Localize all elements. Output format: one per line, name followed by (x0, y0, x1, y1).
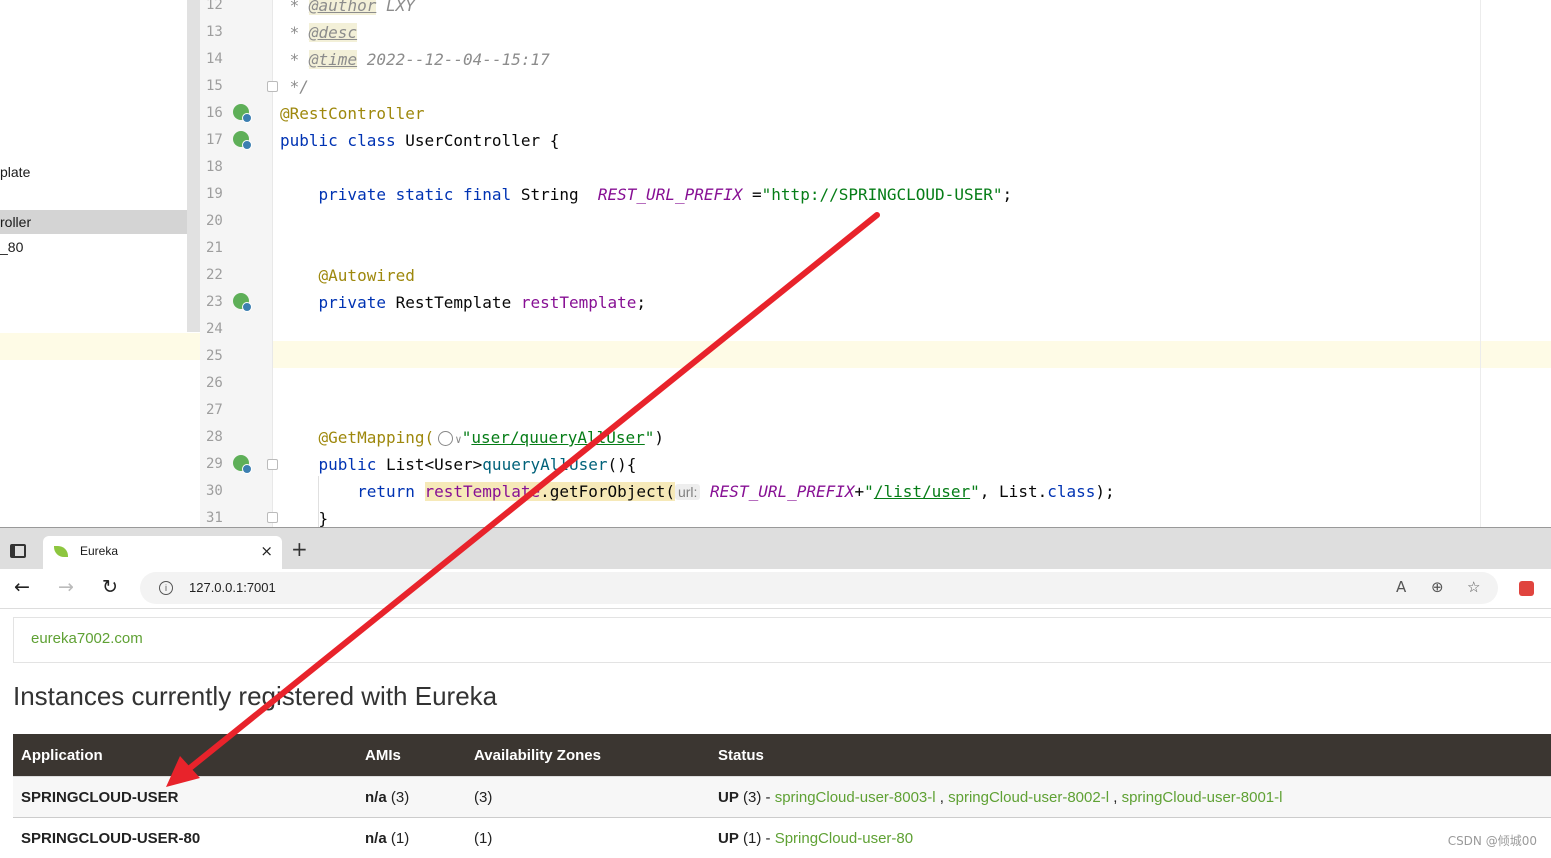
amis-cell: n/a (1) (357, 818, 466, 858)
back-button[interactable]: ← (14, 576, 30, 598)
table-row: SPRINGCLOUD-USER-80 n/a (1) (1) UP (1) -… (13, 818, 1551, 858)
spring-bean-icon[interactable] (233, 131, 249, 147)
globe-icon[interactable] (438, 431, 453, 446)
line-number: 26 (206, 370, 232, 397)
table-header-row: Application AMIs Availability Zones Stat… (13, 734, 1551, 777)
chevron-down-icon[interactable]: ∨ (455, 433, 462, 446)
replica-link[interactable]: eureka7002.com (31, 630, 143, 647)
line-number: 22 (206, 262, 232, 289)
tab-strip: Eureka × + (0, 528, 1551, 569)
column-header: Application (13, 734, 357, 777)
reload-button[interactable]: ↻ (102, 576, 118, 598)
code-line[interactable]: * @time 2022--12--04--15:17 (280, 46, 550, 73)
parameter-hint: url: (675, 484, 700, 500)
status-cell: UP (3) - springCloud-user-8003-l , sprin… (710, 777, 1551, 818)
instances-table: Application AMIs Availability Zones Stat… (13, 734, 1551, 858)
instance-link[interactable]: springCloud-user-8002-l (948, 789, 1109, 806)
new-tab-button[interactable]: + (291, 537, 308, 561)
tree-scrollbar[interactable] (187, 0, 200, 332)
line-number: 23 (206, 289, 232, 316)
tree-item[interactable]: _80 (0, 235, 23, 259)
code-line[interactable]: * @author LXY (280, 0, 415, 19)
caret-line-highlight (273, 341, 1551, 368)
code-line[interactable]: return restTemplate.getForObject(url: RE… (280, 478, 1115, 505)
line-number: 18 (206, 154, 232, 181)
line-number: 13 (206, 19, 232, 46)
favorite-icon[interactable]: ☆ (1467, 578, 1480, 596)
extension-icon[interactable] (1519, 581, 1534, 596)
code-line[interactable]: * @desc (280, 19, 357, 46)
code-line[interactable]: private RestTemplate restTemplate; (280, 289, 646, 316)
code-line[interactable]: public List<User>quueryAllUser(){ (280, 451, 636, 478)
spring-bean-icon[interactable] (233, 104, 249, 120)
column-header: AMIs (357, 734, 466, 777)
table-row: SPRINGCLOUD-USER n/a (3) (3) UP (3) - sp… (13, 777, 1551, 818)
line-number: 27 (206, 397, 232, 424)
line-number: 24 (206, 316, 232, 343)
code-line[interactable]: public class UserController { (280, 127, 559, 154)
application-name: SPRINGCLOUD-USER (13, 777, 357, 818)
application-name: SPRINGCLOUD-USER-80 (13, 818, 357, 858)
code-line[interactable]: } (280, 505, 328, 527)
code-line[interactable]: @Autowired (280, 262, 415, 289)
zoom-icon[interactable]: ⊕ (1431, 578, 1444, 596)
line-number: 30 (206, 478, 232, 505)
tab-title: Eureka (80, 544, 118, 558)
line-number: 20 (206, 208, 232, 235)
fold-marker-icon[interactable] (267, 459, 278, 470)
watermark: CSDN @倾城00 (1448, 832, 1537, 849)
line-number: 28 (206, 424, 232, 451)
info-icon[interactable]: i (159, 581, 173, 595)
leaf-icon (54, 546, 68, 557)
code-line[interactable]: @GetMapping(∨"user/quueryAllUser") (280, 424, 664, 451)
column-header: Status (710, 734, 1551, 777)
code-line[interactable]: */ (280, 73, 309, 100)
line-number: 31 (206, 505, 232, 527)
column-header: Availability Zones (466, 734, 710, 777)
fold-marker-icon[interactable] (267, 81, 278, 92)
line-number: 12 (206, 0, 232, 19)
ide-window: plate roller _80 12 13 14 15 16 17 18 19… (0, 0, 1551, 527)
line-number: 17 (206, 127, 232, 154)
fold-marker-icon[interactable] (267, 512, 278, 523)
address-url[interactable]: 127.0.0.1:7001 (189, 580, 276, 595)
eureka-page: eureka7002.com Instances currently regis… (0, 609, 1551, 858)
web-endpoint-icon[interactable] (233, 455, 249, 471)
instance-link[interactable]: SpringCloud-user-80 (775, 830, 913, 847)
line-number: 29 (206, 451, 232, 478)
line-number: 21 (206, 235, 232, 262)
browser-toolbar: ← → ↻ i 127.0.0.1:7001 A ⊕ ☆ (0, 569, 1551, 609)
autowired-bean-icon[interactable] (233, 293, 249, 309)
instance-link[interactable]: springCloud-user-8003-l (775, 789, 936, 806)
amis-cell: n/a (3) (357, 777, 466, 818)
tab-actions-icon[interactable] (10, 544, 26, 558)
line-number: 15 (206, 73, 232, 100)
tab-eureka[interactable]: Eureka × (43, 536, 282, 569)
line-number: 14 (206, 46, 232, 73)
editor-gutter: 12 13 14 15 16 17 18 19 20 21 22 23 24 2… (200, 0, 273, 527)
tree-item[interactable]: plate (0, 160, 30, 184)
tree-caret-row (0, 333, 200, 360)
tree-item-selected[interactable]: roller (0, 210, 200, 234)
read-aloud-icon[interactable]: A (1396, 578, 1406, 596)
forward-button[interactable]: → (58, 576, 74, 598)
address-bar[interactable]: i 127.0.0.1:7001 A ⊕ ☆ (140, 572, 1498, 604)
line-number: 19 (206, 181, 232, 208)
code-line[interactable]: private static final String REST_URL_PRE… (280, 181, 1012, 208)
instance-link[interactable]: springCloud-user-8001-l (1122, 789, 1283, 806)
close-icon[interactable]: × (260, 542, 273, 560)
line-number: 25 (206, 343, 232, 370)
line-number: 16 (206, 100, 232, 127)
browser-window: Eureka × + ← → ↻ i 127.0.0.1:7001 A ⊕ ☆ … (0, 527, 1551, 858)
replicas-box: eureka7002.com (13, 617, 1551, 663)
zones-cell: (3) (466, 777, 710, 818)
zones-cell: (1) (466, 818, 710, 858)
instances-heading: Instances currently registered with Eure… (13, 681, 497, 712)
code-line[interactable]: @RestController (280, 100, 425, 127)
project-tree: plate roller _80 (0, 0, 200, 527)
right-margin-guide (1480, 0, 1481, 527)
status-cell: UP (1) - SpringCloud-user-80 (710, 818, 1551, 858)
